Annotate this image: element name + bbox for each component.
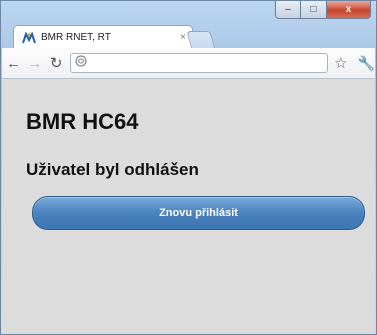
page-title: BMR HC64 bbox=[26, 109, 139, 134]
back-icon[interactable]: ← bbox=[4, 53, 23, 73]
reload-icon[interactable]: ↻ bbox=[47, 53, 66, 73]
close-window-button[interactable]: x bbox=[327, 1, 371, 19]
tab-title: BMR RNET, RT bbox=[41, 32, 111, 43]
address-bar[interactable] bbox=[69, 53, 329, 73]
wrench-icon[interactable]: 🔧 bbox=[358, 55, 375, 72]
minimize-button[interactable]: – bbox=[275, 1, 301, 19]
bookmark-star-icon[interactable]: ☆ bbox=[334, 54, 347, 72]
browser-tab[interactable]: BMR RNET, RT × bbox=[13, 25, 193, 49]
browser-window: – □ x BMR RNET, RT × ← → ↻ ☆ 🔧 BMR HC64 … bbox=[0, 0, 377, 335]
relogin-button[interactable]: Znovu přihlásit bbox=[32, 196, 365, 230]
window-controls: – □ x bbox=[275, 1, 371, 19]
url-input[interactable] bbox=[90, 56, 324, 70]
favicon-icon bbox=[22, 31, 36, 44]
maximize-button[interactable]: □ bbox=[301, 1, 327, 19]
page-content: BMR HC64 Uživatel byl odhlášen Znovu při… bbox=[2, 79, 375, 333]
page-icon bbox=[75, 54, 87, 72]
tab-close-icon[interactable]: × bbox=[180, 32, 186, 43]
forward-icon[interactable]: → bbox=[25, 53, 44, 73]
browser-toolbar: ← → ↻ ☆ 🔧 bbox=[2, 48, 375, 79]
logout-message: Uživatel byl odhlášen bbox=[26, 160, 199, 179]
